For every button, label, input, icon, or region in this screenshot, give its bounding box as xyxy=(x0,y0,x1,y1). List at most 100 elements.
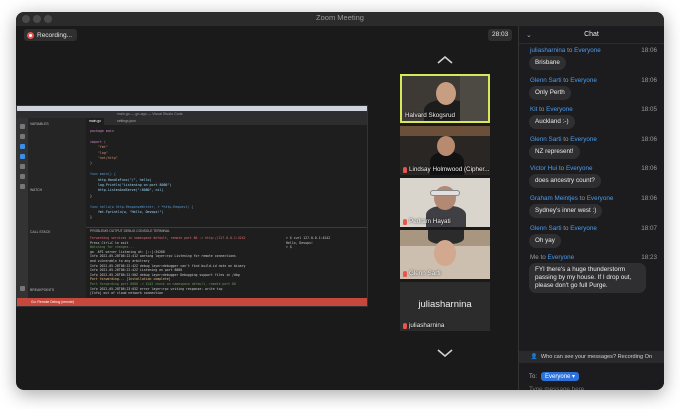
message-sender: juliasharnina xyxy=(530,47,566,54)
code-line: http.ListenAndServe(":8080", nil) xyxy=(90,188,164,193)
participant-tile-julia[interactable]: juliasharnina juliasharnina xyxy=(400,282,490,331)
terminal-line: Port forwarding... [Installation complet… xyxy=(90,277,171,282)
headphones xyxy=(430,190,460,196)
vscode-sidebar: VARIABLES WATCH CALL STACK BREAKPOINTS xyxy=(28,118,86,300)
chat-title: Chat xyxy=(584,31,599,38)
message-sender: Graham Meintjes xyxy=(530,195,578,202)
terminal-line: go API server listening at: [::]:34268 xyxy=(90,249,165,254)
participant-face xyxy=(437,136,455,156)
chat-message-input[interactable] xyxy=(529,384,657,390)
message-to: to xyxy=(579,195,585,202)
editor-tabs: main.go settings.json xyxy=(86,118,367,125)
terminal-line: and vulnerable to any arbitrary xyxy=(90,259,150,263)
message-recipient: Everyone xyxy=(574,47,601,54)
tab-settings-json: settings.json xyxy=(117,119,136,123)
chat-message-bubble[interactable]: FYI there's a huge thunderstorm passing … xyxy=(529,263,646,294)
terminal-line: Info 2022-05-28T08:22:42Z debug layer=de… xyxy=(90,263,246,268)
zoom-window: Zoom Meeting Recording... 28:03 main.go … xyxy=(16,12,664,390)
code-line: package main xyxy=(90,129,114,133)
terminal-line: [Info] out of cloud network connection xyxy=(90,291,163,296)
code-line: func main() { xyxy=(90,172,116,177)
code-line: } xyxy=(90,215,92,220)
message-to: to xyxy=(563,224,569,232)
code-line: "net/http" xyxy=(90,156,118,160)
gallery-up-arrow-icon[interactable] xyxy=(437,56,453,64)
terminal-line: Watching for changes... xyxy=(90,245,135,250)
message-time: 18:06 xyxy=(641,76,657,84)
terminal-side-line: Hello, Devops! xyxy=(286,240,313,245)
sidebar-call-stack: CALL STACK xyxy=(30,230,51,234)
muted-mic-icon xyxy=(403,322,407,329)
tab-main-go: main.go xyxy=(86,118,105,125)
chat-message-header: Glenn Sarti to Everyone xyxy=(530,225,597,232)
terminal-line: Press Ctrl+C to exit xyxy=(90,240,129,245)
chat-message-header: Me to Everyone xyxy=(530,254,574,261)
message-time: 18:05 xyxy=(641,106,657,114)
vscode-activity-bar xyxy=(17,118,28,300)
chat-message-bubble[interactable]: does ancestry count? xyxy=(529,174,601,189)
participant-tile-lindsay[interactable]: Lindsay Holmwood (Cipher... xyxy=(400,126,490,175)
chat-message-bubble[interactable]: Brisbane xyxy=(529,56,566,70)
chat-privacy-notice[interactable]: 👤 Who can see your messages? Recording O… xyxy=(519,351,664,363)
chat-message-header: Glenn Sarti to Everyone xyxy=(530,77,597,84)
participant-face-upside-down xyxy=(434,240,456,266)
participant-tile-glenn[interactable]: Glenn Sarti xyxy=(400,230,490,279)
panel-tabs: PROBLEMS OUTPUT DEBUG CONSOLE TERMINAL xyxy=(90,229,170,233)
message-recipient: Everyone xyxy=(570,135,597,143)
window-title: Zoom Meeting xyxy=(316,13,364,22)
code-line: } xyxy=(90,193,92,198)
message-sender: Glenn Sarti xyxy=(530,76,562,84)
shared-screen[interactable]: main.go — go-app — Visual Studio Code VA… xyxy=(16,105,368,307)
participant-tile-pedram[interactable]: Pedram Hayati xyxy=(400,178,490,227)
message-time: 18:23 xyxy=(641,254,657,262)
chat-message-header: Glenn Sarti to Everyone xyxy=(530,136,597,143)
message-sender: Glenn Sarti xyxy=(530,224,562,232)
meeting-timer: 28:03 xyxy=(488,29,513,41)
code-line: "log" xyxy=(90,150,108,155)
explorer-icon xyxy=(20,124,25,129)
message-recipient: Everyone xyxy=(586,195,614,202)
background-shelf xyxy=(460,76,488,121)
chat-message-bubble[interactable]: Sydney's inner west :) xyxy=(529,204,603,218)
remote-icon xyxy=(20,174,25,179)
source-control-icon xyxy=(20,144,25,149)
message-to: to xyxy=(539,106,545,114)
participant-tile-halvard[interactable]: Halvard Skogsrud xyxy=(400,74,490,123)
terminal-line: Info 2022-05-28T08:22:42Z Listening on p… xyxy=(90,268,183,273)
message-to: to xyxy=(563,135,569,143)
code-line: import ( xyxy=(90,139,106,144)
participant-name: Pedram Hayati xyxy=(403,218,451,225)
message-recipient: Everyone xyxy=(546,106,573,114)
participant-name: Halvard Skogsrud xyxy=(405,112,456,119)
chat-message-bubble[interactable]: Auckland :-) xyxy=(529,115,575,130)
message-time: 18:07 xyxy=(641,224,657,232)
background-wall xyxy=(400,126,490,136)
message-sender: Glenn Sarti xyxy=(530,135,562,143)
message-sender: Victor Hui xyxy=(530,165,558,173)
chat-header: ⌄ Chat xyxy=(519,26,664,44)
chat-message-bubble[interactable]: Only Perth xyxy=(529,85,571,100)
gallery-down-arrow-icon[interactable] xyxy=(437,349,453,357)
chat-message-header: Graham Meintjes to Everyone xyxy=(530,195,613,202)
chat-message-header: Victor Hui to Everyone xyxy=(530,165,593,172)
message-time: 18:06 xyxy=(641,195,657,202)
sidebar-watch: WATCH xyxy=(30,188,43,192)
participant-name: juliasharnina xyxy=(403,322,444,329)
chat-message-bubble[interactable]: NZ represent! xyxy=(529,144,580,159)
vscode-status-bar: Go: Remote Debug (remote) xyxy=(17,298,367,306)
privacy-notice-text: Who can see your messages? Recording On xyxy=(540,354,653,360)
sidebar-variables: VARIABLES xyxy=(30,122,49,126)
code-editor: main.go settings.json package main import… xyxy=(86,118,367,227)
title-bar: Zoom Meeting xyxy=(16,12,664,26)
chat-message-bubble[interactable]: Oh yay xyxy=(529,233,561,248)
code-line: "fmt" xyxy=(90,145,108,150)
recording-label: Recording... xyxy=(37,31,73,39)
participant-face xyxy=(436,82,456,105)
recording-indicator[interactable]: Recording... xyxy=(24,29,78,41)
message-to: to xyxy=(563,76,569,84)
chat-panel: ⌄ Chat juliasharnina to Everyone 18:06 Bri… xyxy=(518,26,664,390)
code-line: ) xyxy=(90,161,92,166)
chat-message-header: Kit to Everyone xyxy=(530,106,573,113)
message-recipient: Everyone xyxy=(570,76,597,84)
recipient-select[interactable]: Everyone ▾ xyxy=(541,372,580,381)
